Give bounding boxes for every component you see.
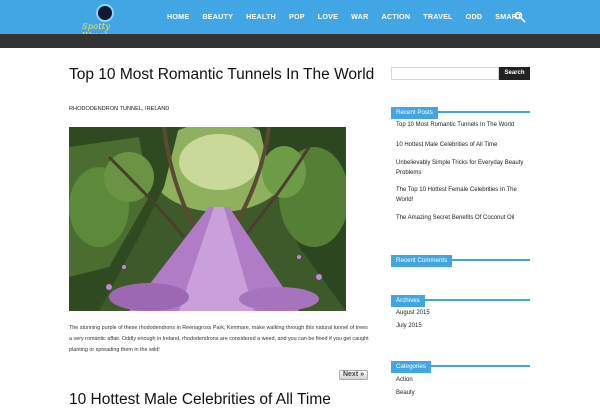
post-title[interactable]: Top 10 Most Romantic Tunnels In The Worl… bbox=[69, 66, 374, 84]
recent-post-link[interactable]: 10 Hottest Male Celebrities of All Time bbox=[396, 140, 528, 150]
nav-item-health[interactable]: HEALTH bbox=[246, 12, 276, 21]
next-page-button[interactable]: Next » bbox=[339, 370, 368, 380]
top-navigation-bar: Spotty Wreck HOME BEAUTY HEALTH POP LOVE… bbox=[0, 0, 600, 40]
widget-header-categories: Categories bbox=[391, 355, 530, 373]
archive-link[interactable]: August 2015 bbox=[396, 308, 528, 318]
widget-header-archives: Archives bbox=[391, 289, 530, 307]
widget-title: Recent Comments bbox=[391, 255, 453, 267]
recent-post-link[interactable]: The Amazing Secret Benefits Of Coconut O… bbox=[396, 213, 528, 223]
nav-item-pop[interactable]: POP bbox=[289, 12, 305, 21]
nav-item-odd[interactable]: ODD bbox=[466, 12, 483, 21]
nav-item-war[interactable]: WAR bbox=[351, 12, 368, 21]
nav-item-action[interactable]: ACTION bbox=[381, 12, 410, 21]
post-body: The stunning purple of these rhododendro… bbox=[69, 325, 369, 353]
header-dark-strip bbox=[0, 34, 600, 48]
nav-item-beauty[interactable]: BEAUTY bbox=[202, 12, 233, 21]
widget-header-recent-posts: Recent Posts bbox=[391, 101, 530, 119]
widget-title: Archives bbox=[391, 295, 425, 307]
next-post-title[interactable]: 10 Hottest Male Celebrities of All Time bbox=[69, 391, 331, 409]
recent-post-link[interactable]: The Top 10 Hottest Female Celebrities In… bbox=[396, 185, 528, 205]
post-subheading: RHODODENDRON TUNNEL, IRELAND bbox=[69, 106, 170, 112]
category-link[interactable]: Beauty bbox=[396, 388, 528, 398]
logo-emblem bbox=[96, 4, 114, 22]
search-icon[interactable] bbox=[514, 11, 526, 23]
category-link[interactable]: Action bbox=[396, 375, 528, 385]
search-button[interactable]: Search bbox=[499, 67, 530, 80]
widget-title: Recent Posts bbox=[391, 107, 438, 119]
widget-title: Categories bbox=[391, 361, 431, 373]
nav-item-travel[interactable]: TRAVEL bbox=[423, 12, 452, 21]
nav-item-home[interactable]: HOME bbox=[167, 12, 189, 21]
main-menu: HOME BEAUTY HEALTH POP LOVE WAR ACTION T… bbox=[167, 12, 535, 21]
nav-item-love[interactable]: LOVE bbox=[318, 12, 338, 21]
archive-link[interactable]: July 2015 bbox=[396, 321, 528, 331]
sidebar-search-input[interactable] bbox=[391, 67, 499, 80]
recent-post-link[interactable]: Top 10 Most Romantic Tunnels In The Worl… bbox=[396, 120, 528, 130]
widget-header-recent-comments: Recent Comments bbox=[391, 249, 530, 267]
recent-post-link[interactable]: Unbelievably Simple Tricks for Everyday … bbox=[396, 158, 528, 178]
tunnel-photo bbox=[69, 127, 346, 311]
site-logo[interactable]: Spotty Wreck bbox=[82, 4, 134, 40]
